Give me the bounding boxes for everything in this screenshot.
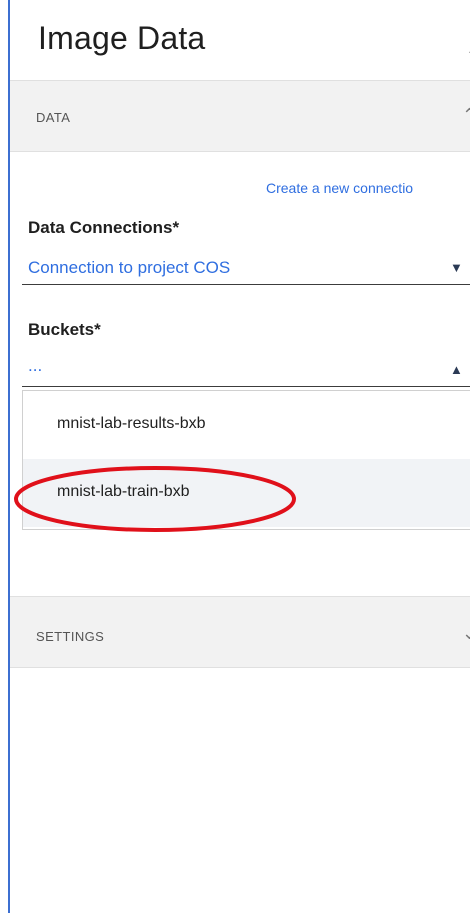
bucket-option-train[interactable]: mnist-lab-train-bxb [23, 459, 470, 527]
data-section-header[interactable]: DATA ⌃ [10, 80, 470, 152]
panel-title: Image Data [38, 20, 206, 56]
bucket-option-label: mnist-lab-train-bxb [57, 483, 190, 500]
buckets-select[interactable]: ... ▲ [22, 356, 470, 387]
bucket-option-results[interactable]: mnist-lab-results-bxb [23, 391, 470, 459]
buckets-value: ... [28, 356, 43, 375]
chevron-up-icon[interactable]: ⌃ [462, 105, 470, 126]
data-connections-label: Data Connections* [28, 218, 180, 237]
settings-section-header[interactable]: SETTINGS ⌄ [10, 596, 470, 668]
image-data-panel: Image Data ⌃ DATA ⌃ Create a new connect… [8, 0, 470, 913]
data-connections-select[interactable]: Connection to project COS ▼ [22, 254, 470, 285]
chevron-down-icon[interactable]: ⌄ [462, 623, 470, 644]
buckets-dropdown-menu: mnist-lab-results-bxb mnist-lab-train-bx… [22, 390, 470, 530]
caret-up-icon: ▲ [450, 362, 463, 377]
bucket-option-label: mnist-lab-results-bxb [57, 415, 206, 432]
chevron-up-icon[interactable]: ⌃ [466, 46, 470, 66]
create-connection-link[interactable]: Create a new connectio [266, 180, 413, 196]
panel-header: Image Data ⌃ [10, 0, 470, 81]
settings-section-label: SETTINGS [36, 629, 105, 644]
data-section-label: DATA [36, 110, 71, 125]
data-connections-value: Connection to project COS [28, 258, 231, 277]
buckets-label: Buckets* [28, 320, 101, 339]
caret-down-icon: ▼ [450, 260, 463, 275]
